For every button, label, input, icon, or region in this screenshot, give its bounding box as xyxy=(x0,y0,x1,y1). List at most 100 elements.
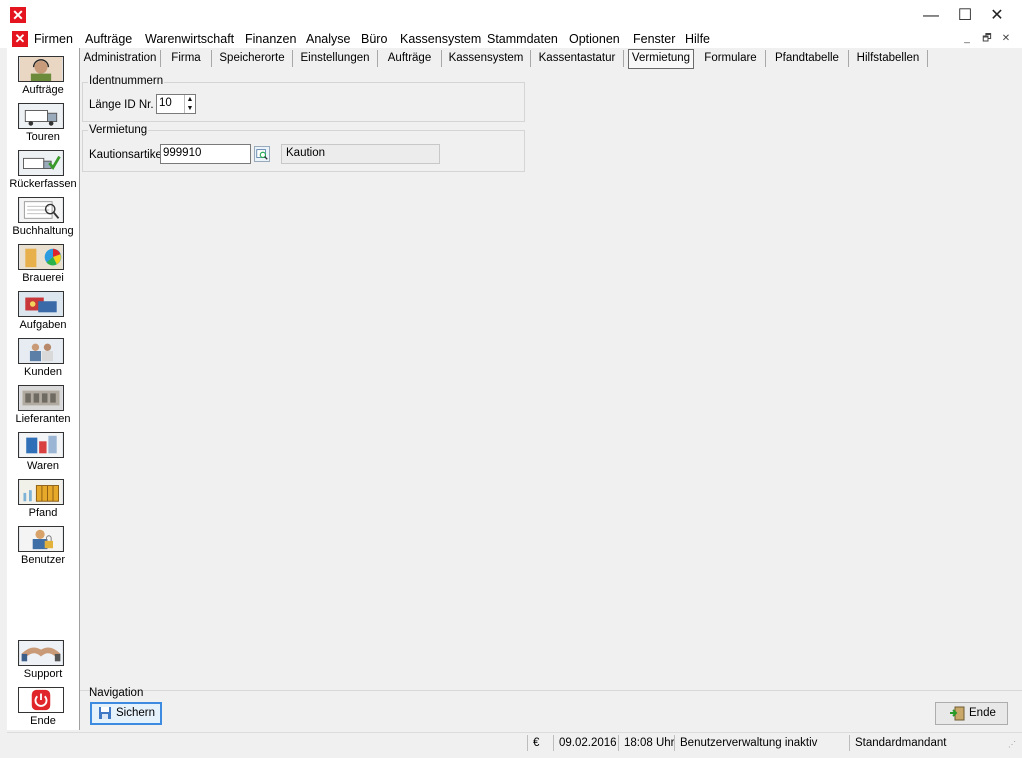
end-button-label: Ende xyxy=(969,707,996,719)
lookup-icon[interactable] xyxy=(254,146,270,162)
id-length-value: 10 xyxy=(159,97,172,109)
tab-administration[interactable]: Administration xyxy=(80,50,161,67)
menu-analyse[interactable]: Analyse xyxy=(306,31,350,47)
resize-grip-icon[interactable]: ⋰ xyxy=(1008,740,1018,750)
sidebar-item-aufgaben[interactable]: Aufgaben xyxy=(7,287,79,334)
deposit-article-description: Kaution xyxy=(281,144,440,164)
rental-group-title: Vermietung xyxy=(88,124,149,137)
navigation-divider xyxy=(80,690,1022,691)
sidebar-item-label: Waren xyxy=(27,460,59,472)
floppy-disk-icon xyxy=(98,706,112,720)
headset-operator-icon xyxy=(18,56,64,82)
sidebar-item-label: Brauerei xyxy=(22,272,64,284)
truck-icon xyxy=(18,103,64,129)
sidebar-item-label: Pfand xyxy=(28,507,58,519)
menu-auftraege[interactable]: Aufträge xyxy=(85,31,132,47)
tab-speicherorte[interactable]: Speicherorte xyxy=(212,50,293,67)
customers-icon xyxy=(18,338,64,364)
deposit-crate-icon xyxy=(18,479,64,505)
close-button[interactable]: ✕ xyxy=(982,5,1012,27)
sidebar-item-rueckerfassen[interactable]: Rückerfassen xyxy=(7,146,79,193)
user-lock-icon xyxy=(18,526,64,552)
tab-firma[interactable]: Firma xyxy=(161,50,212,67)
id-length-label: Länge ID Nr. xyxy=(89,99,154,111)
menu-hilfe[interactable]: Hilfe xyxy=(685,31,710,47)
end-button[interactable]: Ende xyxy=(935,702,1008,725)
ledger-magnifier-icon xyxy=(18,197,64,223)
status-time: 18:08 Uhr xyxy=(618,735,674,751)
menu-kassensystem[interactable]: Kassensystem xyxy=(400,31,481,47)
sidebar-item-kunden[interactable]: Kunden xyxy=(7,334,79,381)
sidebar-item-benutzer[interactable]: Benutzer xyxy=(7,522,79,569)
sidebar: Aufträge Touren Rückerfassen Buchhaltung… xyxy=(7,48,80,730)
navigation-label: Navigation xyxy=(89,687,144,699)
app-logo-icon: ✕ xyxy=(10,7,26,23)
mdi-minimize-button[interactable]: _ xyxy=(960,32,974,46)
sidebar-item-brauerei[interactable]: Brauerei xyxy=(7,240,79,287)
menu-bar: ✕ Firmen Aufträge Warenwirtschaft Finanz… xyxy=(0,30,1022,48)
menu-fenster[interactable]: Fenster xyxy=(633,31,675,47)
sidebar-item-label: Aufgaben xyxy=(19,319,67,331)
tab-pfandtabelle[interactable]: Pfandtabelle xyxy=(766,50,849,67)
sidebar-item-waren[interactable]: Waren xyxy=(7,428,79,475)
sidebar-item-label: Support xyxy=(23,668,63,680)
suppliers-icon xyxy=(18,385,64,411)
goods-icon xyxy=(18,432,64,458)
sidebar-item-label: Rückerfassen xyxy=(9,178,77,190)
beer-color-icon xyxy=(18,244,64,270)
deposit-article-input[interactable]: 999910 xyxy=(160,144,251,164)
status-date: 09.02.2016 xyxy=(553,735,617,751)
spin-down-icon[interactable]: ▼ xyxy=(185,104,195,113)
sidebar-item-support[interactable]: Support xyxy=(7,636,79,683)
sidebar-item-buchhaltung[interactable]: Buchhaltung xyxy=(7,193,79,240)
status-tenant: Standardmandant xyxy=(849,735,1005,751)
save-button-label: Sichern xyxy=(116,707,155,719)
sidebar-item-label: Ende xyxy=(30,715,56,727)
tab-bar: Administration Firma Speicherorte Einste… xyxy=(80,48,1022,70)
menu-stammdaten[interactable]: Stammdaten xyxy=(487,31,558,47)
sidebar-item-lieferanten[interactable]: Lieferanten xyxy=(7,381,79,428)
sidebar-item-label: Kunden xyxy=(24,366,62,378)
sidebar-item-auftraege[interactable]: Aufträge xyxy=(7,52,79,99)
sidebar-item-label: Buchhaltung xyxy=(12,225,74,237)
title-bar: ✕ — ☐ ✕ xyxy=(0,0,1022,30)
deposit-article-label: Kautionsartikel xyxy=(89,149,165,161)
power-icon xyxy=(18,687,64,713)
sidebar-item-label: Benutzer xyxy=(20,554,66,566)
truck-check-icon xyxy=(18,150,64,176)
tab-kassentastatur[interactable]: Kassentastatur xyxy=(531,50,624,67)
spin-up-icon[interactable]: ▲ xyxy=(185,95,195,104)
exit-door-icon xyxy=(949,706,965,721)
sidebar-item-label: Lieferanten xyxy=(15,413,71,425)
tab-einstellungen[interactable]: Einstellungen xyxy=(293,50,378,67)
sidebar-item-pfand[interactable]: Pfand xyxy=(7,475,79,522)
menu-finanzen[interactable]: Finanzen xyxy=(245,31,296,47)
tab-hilfstabellen[interactable]: Hilfstabellen xyxy=(849,50,928,67)
handshake-icon xyxy=(18,640,64,666)
status-bar: € 09.02.2016 18:08 Uhr Benutzerverwaltun… xyxy=(7,732,1022,753)
tab-vermietung[interactable]: Vermietung xyxy=(628,49,694,69)
tab-auftraege[interactable]: Aufträge xyxy=(378,50,442,67)
tab-kassensystem[interactable]: Kassensystem xyxy=(442,50,531,67)
sidebar-item-label: Touren xyxy=(26,131,60,143)
sidebar-item-ende[interactable]: Ende xyxy=(7,683,79,730)
maximize-button[interactable]: ☐ xyxy=(950,5,980,27)
menu-optionen[interactable]: Optionen xyxy=(569,31,620,47)
save-button[interactable]: Sichern xyxy=(90,702,162,725)
menu-warenwirtschaft[interactable]: Warenwirtschaft xyxy=(145,31,234,47)
minimize-button[interactable]: — xyxy=(916,5,946,27)
tab-formulare[interactable]: Formulare xyxy=(696,50,766,67)
id-length-spinner[interactable]: ▲ ▼ xyxy=(184,95,195,113)
status-currency: € xyxy=(527,735,549,751)
sidebar-item-label: Aufträge xyxy=(22,84,64,96)
mdi-close-button[interactable]: ✕ xyxy=(999,32,1013,46)
status-user-admin: Benutzerverwaltung inaktiv xyxy=(674,735,849,751)
ident-group-title: Identnummern xyxy=(88,75,165,88)
mdi-restore-button[interactable]: 🗗 xyxy=(980,32,994,46)
id-length-stepper[interactable]: 10 ▲ ▼ xyxy=(156,94,196,114)
sidebar-item-touren[interactable]: Touren xyxy=(7,99,79,146)
menu-firmen[interactable]: Firmen xyxy=(34,31,73,47)
mdi-app-icon[interactable]: ✕ xyxy=(12,31,28,47)
menu-buero[interactable]: Büro xyxy=(361,31,387,47)
tasks-icon xyxy=(18,291,64,317)
